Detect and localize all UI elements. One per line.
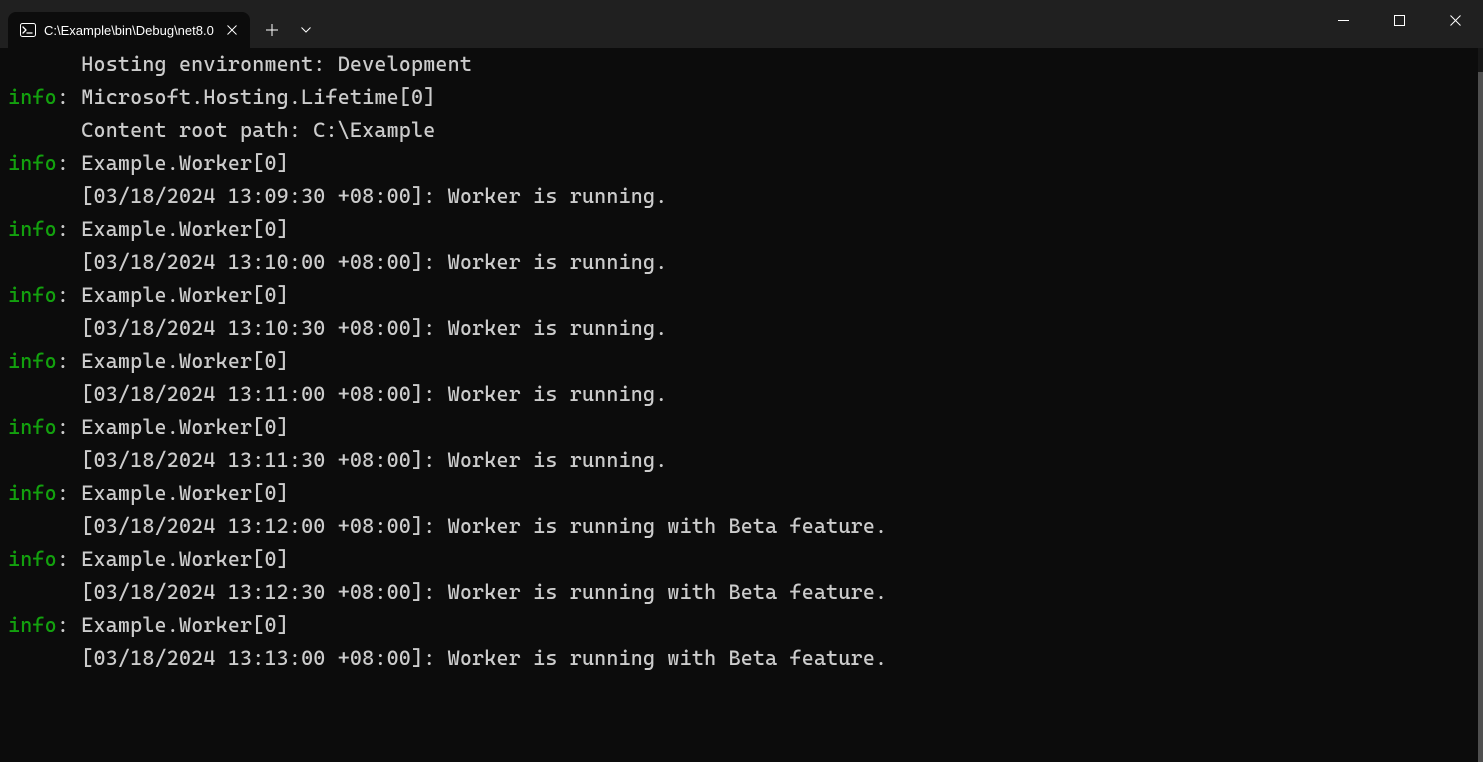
window-controls	[1315, 0, 1483, 40]
log-level: info	[8, 613, 57, 637]
tab-close-button[interactable]	[222, 20, 242, 40]
log-message-line: [03/18/2024 13:09:30 +08:00]: Worker is …	[8, 180, 1475, 213]
log-message-line: [03/18/2024 13:12:00 +08:00]: Worker is …	[8, 510, 1475, 543]
log-message-line: [03/18/2024 13:11:00 +08:00]: Worker is …	[8, 378, 1475, 411]
chevron-down-icon	[301, 27, 311, 33]
scrollbar-thumb[interactable]	[1478, 72, 1483, 762]
log-level: info	[8, 415, 57, 439]
tab-title: C:\Example\bin\Debug\net8.0	[44, 23, 214, 38]
tab-active[interactable]: C:\Example\bin\Debug\net8.0	[8, 12, 250, 48]
tab-dropdown-button[interactable]	[290, 12, 322, 48]
log-header-line: info: Example.Worker[0]	[8, 279, 1475, 312]
log-header-line: info: Example.Worker[0]	[8, 477, 1475, 510]
log-header-line: info: Microsoft.Hosting.Lifetime[0]	[8, 81, 1475, 114]
log-message-line: [03/18/2024 13:12:30 +08:00]: Worker is …	[8, 576, 1475, 609]
log-source: : Microsoft.Hosting.Lifetime[0]	[57, 85, 436, 109]
log-source: : Example.Worker[0]	[57, 283, 289, 307]
log-source: : Example.Worker[0]	[57, 481, 289, 505]
log-level: info	[8, 85, 57, 109]
log-source: : Example.Worker[0]	[57, 613, 289, 637]
log-line: Hosting environment: Development	[8, 48, 1475, 81]
log-message-line: [03/18/2024 13:10:30 +08:00]: Worker is …	[8, 312, 1475, 345]
maximize-button[interactable]	[1371, 0, 1427, 40]
log-level: info	[8, 547, 57, 571]
log-level: info	[8, 349, 57, 373]
scrollbar[interactable]	[1478, 48, 1483, 762]
log-header-line: info: Example.Worker[0]	[8, 345, 1475, 378]
close-icon	[1450, 15, 1461, 26]
close-button[interactable]	[1427, 0, 1483, 40]
plus-icon	[266, 24, 278, 36]
log-level: info	[8, 283, 57, 307]
log-level: info	[8, 481, 57, 505]
log-level: info	[8, 151, 57, 175]
log-source: : Example.Worker[0]	[57, 547, 289, 571]
log-source: : Example.Worker[0]	[57, 349, 289, 373]
log-message-line: Content root path: C:\Example	[8, 114, 1475, 147]
log-message-line: [03/18/2024 13:10:00 +08:00]: Worker is …	[8, 246, 1475, 279]
log-header-line: info: Example.Worker[0]	[8, 543, 1475, 576]
log-message-line: [03/18/2024 13:11:30 +08:00]: Worker is …	[8, 444, 1475, 477]
log-message-line: [03/18/2024 13:13:00 +08:00]: Worker is …	[8, 642, 1475, 675]
log-source: : Example.Worker[0]	[57, 217, 289, 241]
log-source: : Example.Worker[0]	[57, 415, 289, 439]
minimize-icon	[1338, 20, 1349, 21]
log-level: info	[8, 217, 57, 241]
tabs-area: C:\Example\bin\Debug\net8.0	[0, 0, 322, 48]
log-header-line: info: Example.Worker[0]	[8, 147, 1475, 180]
minimize-button[interactable]	[1315, 0, 1371, 40]
log-source: : Example.Worker[0]	[57, 151, 289, 175]
maximize-icon	[1394, 15, 1405, 26]
log-header-line: info: Example.Worker[0]	[8, 609, 1475, 642]
terminal-icon	[20, 22, 36, 38]
titlebar: C:\Example\bin\Debug\net8.0	[0, 0, 1483, 48]
new-tab-button[interactable]	[254, 12, 290, 48]
log-header-line: info: Example.Worker[0]	[8, 411, 1475, 444]
terminal-output[interactable]: Hosting environment: Developmentinfo: Mi…	[0, 48, 1483, 675]
log-header-line: info: Example.Worker[0]	[8, 213, 1475, 246]
